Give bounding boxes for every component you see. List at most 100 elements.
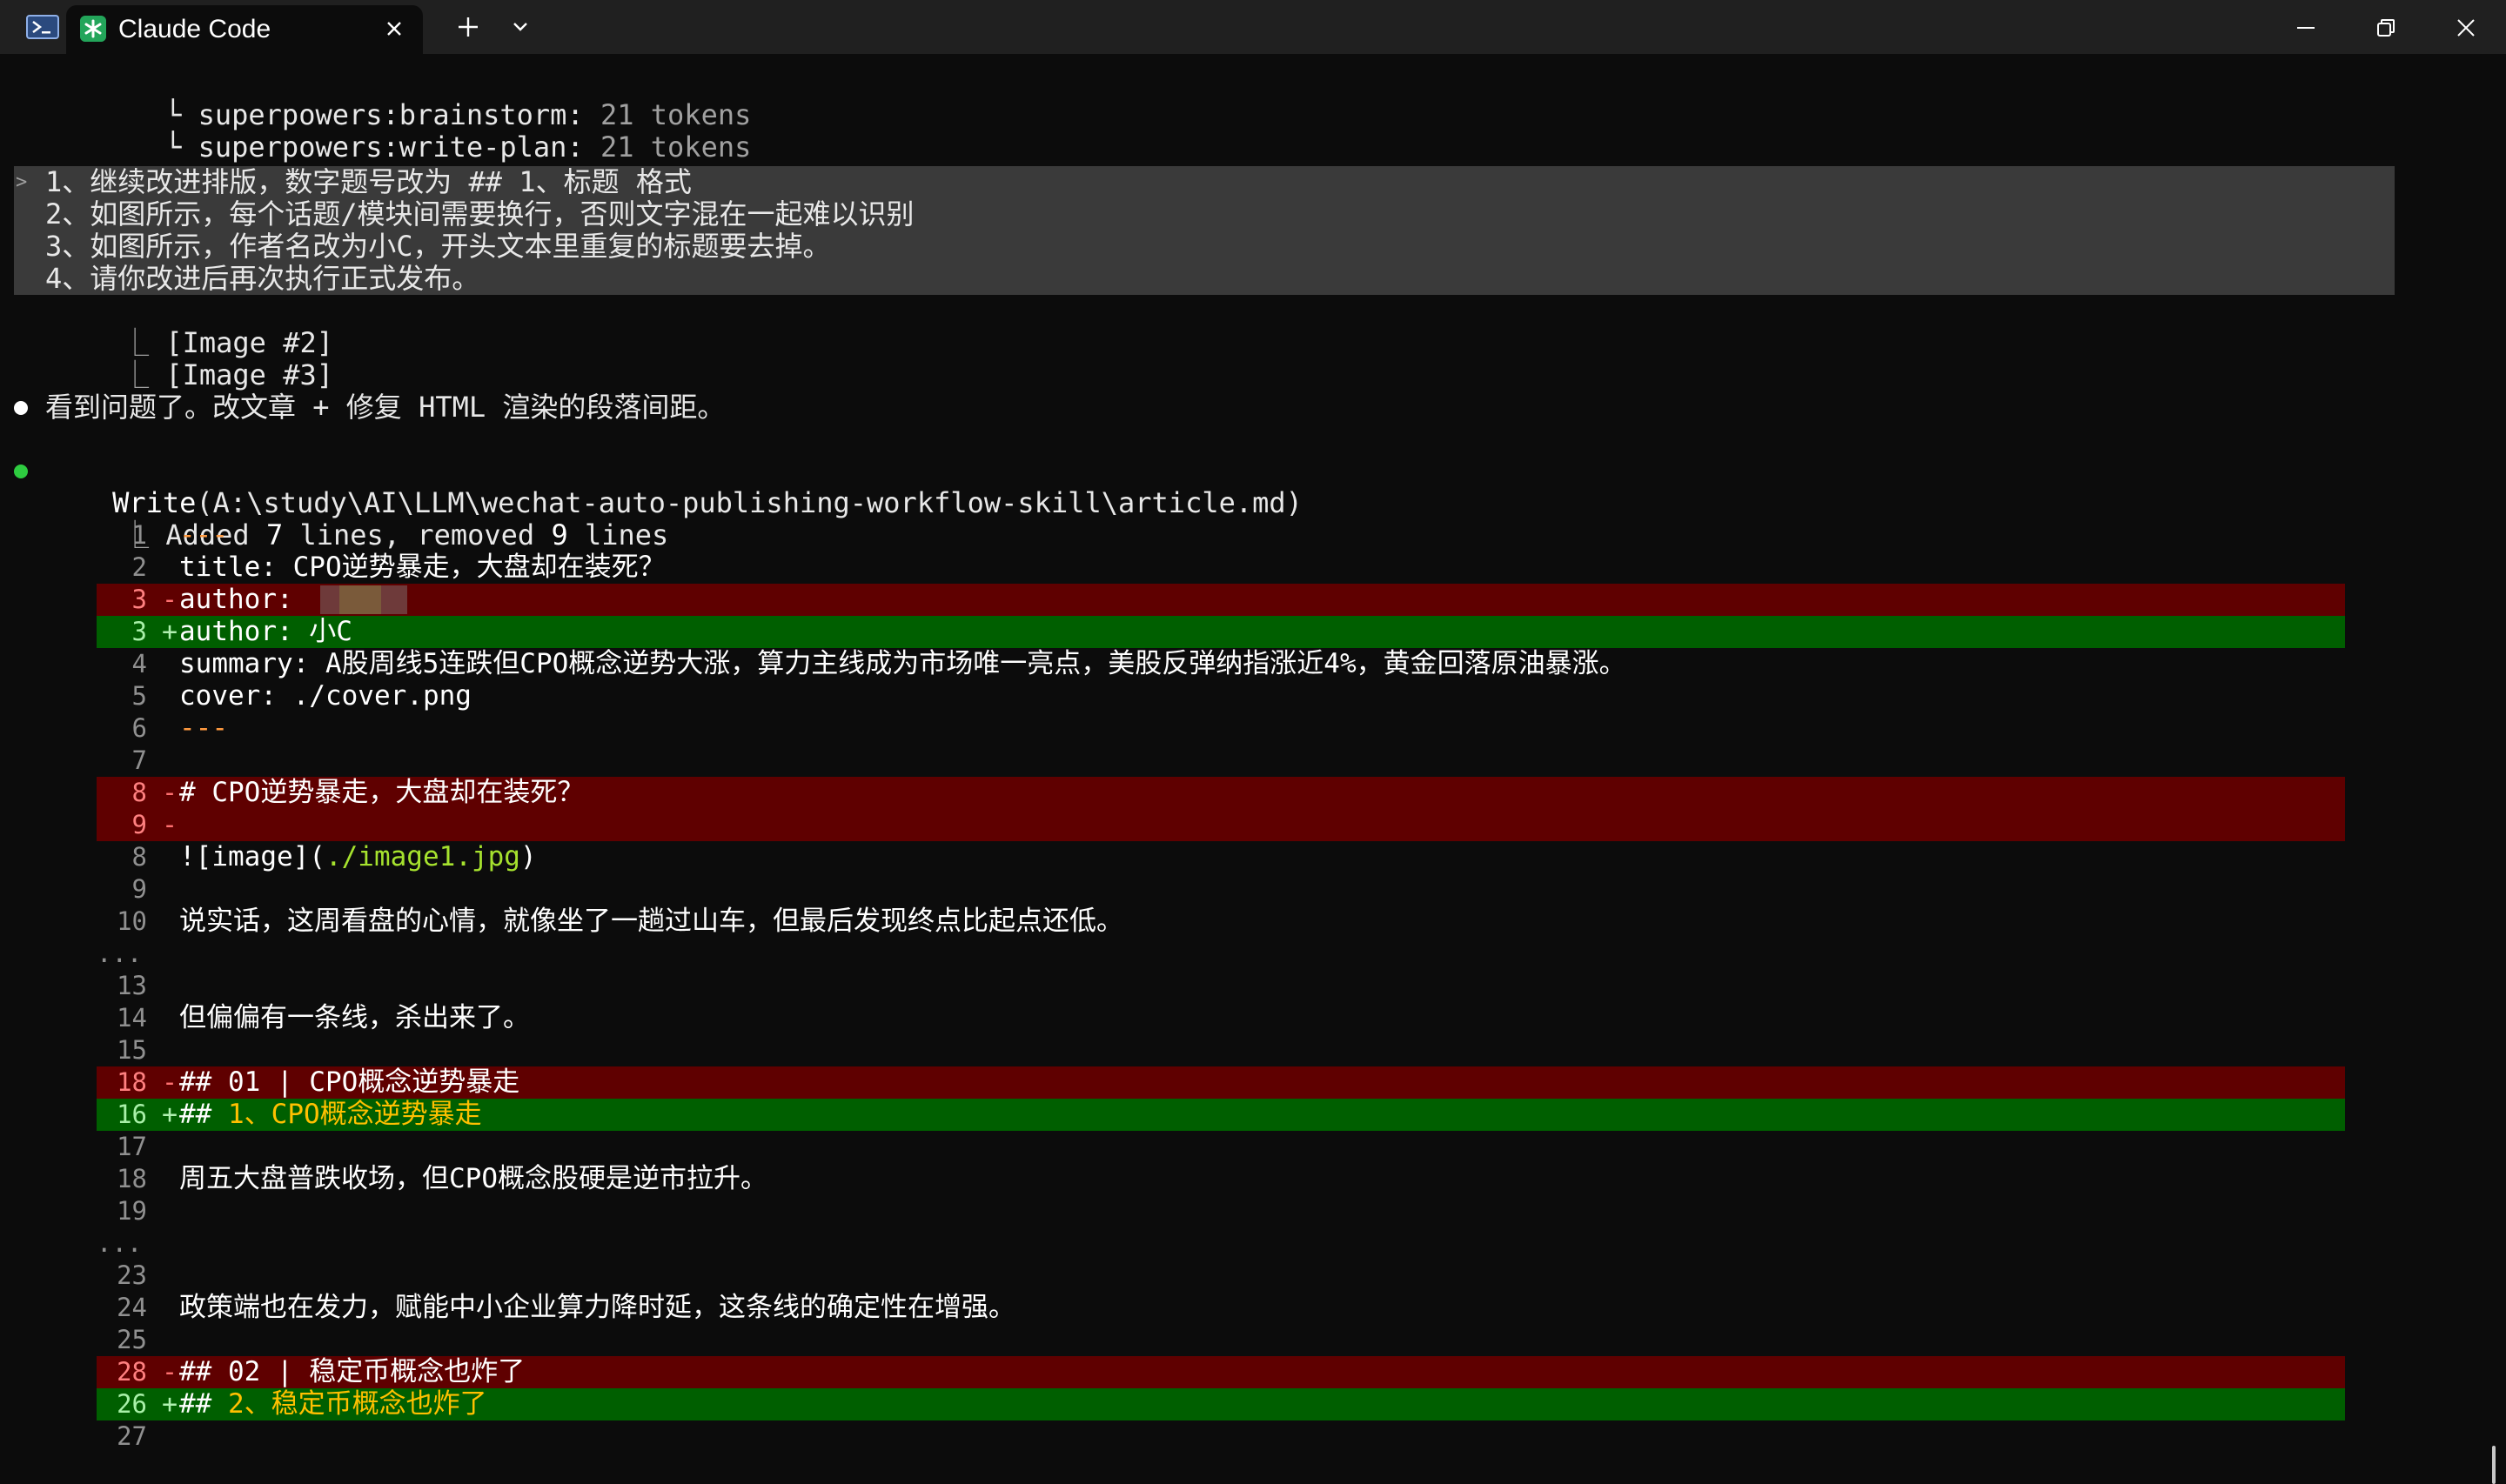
line-number: 7 [131,745,147,775]
heading-highlight: 1、CPO概念逆势暴走 [228,1099,482,1130]
redacted-name-block [339,585,381,614]
tab-claude-code[interactable]: Claude Code [66,5,423,54]
diff-code: 周五大盘普跌收场，但CPO概念股硬是逆市拉升。 [179,1163,767,1195]
prompt-line: 4、请你改进后再次执行正式发布。 [45,262,480,295]
diff-code: author: [179,584,407,616]
prompt-line: 1、继续改进排版，数字题号改为 ## 1、标题 格式 [45,165,692,198]
diff-sign: + [162,1389,178,1420]
close-tab-icon[interactable] [379,14,409,43]
diff-sign: - [162,585,178,615]
diff-code: ## 01 | CPO概念逆势暴走 [179,1066,519,1099]
line-number: 24 [117,1293,147,1322]
line-number: 5 [131,681,147,711]
line-number: 1 [131,520,147,550]
close-window-button[interactable] [2426,3,2506,52]
restore-button[interactable] [2346,3,2426,52]
code-text: 但偏偏有一条线，杀出来了。 [179,1002,530,1033]
diff-code: title: CPO逆势暴走，大盘却在装死？ [179,551,666,584]
line-number: 23 [117,1260,147,1290]
diff-code: ![image](./image1.jpg) [179,841,537,873]
line-number: 18 [117,1067,147,1097]
diff-code: author: 小C [179,616,352,648]
code-text: ) [519,841,537,872]
assistant-message: 看到问题了。改文章 + 修复 HTML 渲染的段落间距。 [45,391,726,424]
code-text: # CPO逆势暴走，大盘却在装死？ [179,777,585,808]
prompt-line: 2、如图所示，每个话题/模块间需要换行，否则文字混在一起难以识别 [45,197,915,231]
line-number: 25 [117,1325,147,1354]
code-text: 政策端也在发力，赋能中小企业算力降时延，这条线的确定性在增强。 [179,1292,1015,1323]
prompt-caret: > [16,171,28,193]
line-number: 9 [131,874,147,904]
diff-sign: - [162,1357,178,1387]
deleted-line-highlight [97,584,2345,616]
minimize-icon [2297,27,2315,29]
diff-code: # CPO逆势暴走，大盘却在装死？ [179,777,584,809]
code-text: summary: A股周线5连跌但CPO概念逆势大涨，算力主线成为市场唯一亮点，… [179,648,1626,679]
diff-code: ## 02 | 稳定币概念也炸了 [179,1356,525,1388]
added-line-highlight [97,616,2345,648]
line-number: 3 [131,585,147,614]
diff-code: ## 2、稳定币概念也炸了 [179,1388,487,1420]
tool-call-header[interactable]: Write(A:\study\AI\LLM\wechat-auto-publis… [45,455,1303,519]
line-number: 3 [131,617,147,646]
code-text: 说实话，这周看盘的心情，就像坐了一趟过山车，但最后发现终点比起点还低。 [179,906,1123,937]
code-text: --- [179,712,228,744]
line-number: 8 [131,842,147,872]
line-number: 15 [117,1035,147,1065]
line-number: 28 [117,1357,147,1387]
line-number: 26 [117,1389,147,1419]
line-number: ... [97,1228,143,1258]
line-number: 13 [117,971,147,1000]
diff-sign: - [162,810,178,840]
diff-sign: - [162,1067,178,1098]
close-icon [2457,19,2475,37]
diff-code: cover: ./cover.png [179,680,472,712]
link-path: ./image1.jpg [325,841,520,872]
line-number: 16 [117,1100,147,1129]
code-text: author: [179,584,310,615]
scrollbar-thumb[interactable] [2492,1446,2496,1484]
line-number: 4 [131,649,147,678]
diff-code: 政策端也在发力，赋能中小企业算力降时延，这条线的确定性在增强。 [179,1292,1015,1324]
code-text: ## [179,1388,228,1420]
code-text: 周五大盘普跌收场，但CPO概念股硬是逆市拉升。 [179,1163,767,1194]
image-attachment[interactable]: ⎿ [Image #2] [54,295,333,359]
code-text: title: CPO逆势暴走，大盘却在装死？ [179,551,666,583]
line-number: 9 [131,810,147,839]
minimize-button[interactable] [2266,3,2346,52]
terminal-output[interactable]: └ superpowers:brainstorm: 21 tokens └ su… [0,54,2506,1484]
prompt-line: 3、如图所示，作者名改为小C，开头文本里重复的标题要去掉。 [45,230,831,263]
chevron-down-icon[interactable] [503,12,538,42]
diff-code: --- [179,712,228,745]
code-text: ## 02 | 稳定币概念也炸了 [179,1356,526,1387]
line-number: 8 [131,778,147,807]
new-tab-plus-icon[interactable] [451,12,486,42]
code-text: --- [179,519,228,551]
code-text: ## 01 | CPO概念逆势暴走 [179,1066,520,1098]
restore-icon [2377,19,2395,37]
line-number: ... [97,939,143,968]
diff-code: ## 1、CPO概念逆势暴走 [179,1099,482,1131]
powershell-icon[interactable] [26,15,59,39]
deleted-line-highlight [97,809,2345,841]
line-number: 17 [117,1132,147,1161]
message-bullet-icon [14,401,28,415]
diff-code: 说实话，这周看盘的心情，就像坐了一趟过山车，但最后发现终点比起点还低。 [179,906,1123,938]
line-number: 19 [117,1196,147,1226]
diff-sign: - [162,778,178,808]
skill-entry: └ superpowers:brainstorm: 21 tokens [164,98,752,131]
line-number: 14 [117,1003,147,1033]
code-text: ## [179,1099,228,1130]
diff-sign: + [162,1100,178,1130]
code-text: cover: ./cover.png [179,680,472,712]
diff-code: summary: A股周线5连跌但CPO概念逆势大涨，算力主线成为市场唯一亮点，… [179,648,1626,680]
image-attachment[interactable]: ⎿ [Image #3] [54,327,333,391]
skill-entry: └ superpowers:write-plan: 21 tokens [164,130,752,164]
tab-title: Claude Code [118,15,271,43]
line-number: 10 [117,906,147,936]
code-text: author: 小C [179,616,352,647]
title-bar: Claude Code [0,0,2506,54]
claude-asterisk-icon [80,16,106,42]
redacted-name-block [381,585,407,614]
line-number: 2 [131,552,147,582]
